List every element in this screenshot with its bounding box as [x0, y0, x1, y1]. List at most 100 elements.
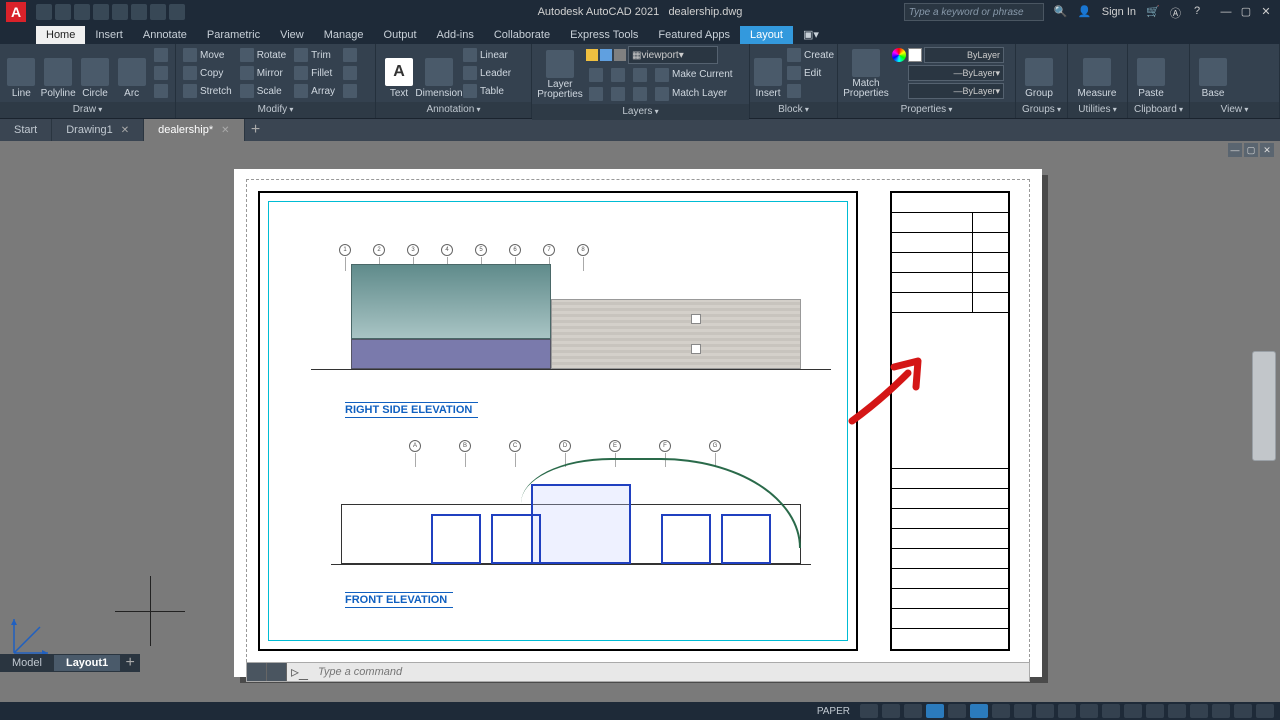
- trim-button[interactable]: Trim: [291, 47, 338, 64]
- app-store-icon[interactable]: Ⓐ: [1170, 5, 1184, 19]
- fillet-button[interactable]: Fillet: [291, 65, 338, 82]
- layout-tab-model[interactable]: Model: [0, 655, 54, 671]
- space-indicator[interactable]: PAPER: [817, 706, 850, 717]
- color-dropdown[interactable]: ByLayer: [924, 47, 1004, 63]
- layout-viewport[interactable]: 1 2 3 4 5 6 7 8: [268, 201, 848, 641]
- table-button[interactable]: Table: [460, 83, 514, 100]
- layer-tool6[interactable]: [630, 85, 650, 102]
- modify-ext2[interactable]: [340, 65, 360, 82]
- ribbon-tab-layout[interactable]: Layout: [740, 26, 793, 44]
- status-isolate-icon[interactable]: [1190, 704, 1208, 718]
- ribbon-tab-output[interactable]: Output: [374, 26, 427, 44]
- circle-button[interactable]: Circle: [78, 47, 113, 99]
- block-create-button[interactable]: Create: [784, 47, 837, 64]
- status-monitor-icon[interactable]: [1168, 704, 1186, 718]
- layer-dropdown[interactable]: ▦ viewport ▾: [628, 46, 718, 64]
- qat-open-icon[interactable]: [55, 4, 71, 20]
- file-tab-add-button[interactable]: +: [245, 121, 267, 139]
- line-button[interactable]: Line: [4, 47, 39, 99]
- layout-tab-add-button[interactable]: +: [120, 654, 140, 672]
- ribbon-tab-home[interactable]: Home: [36, 26, 85, 44]
- panel-title-view[interactable]: View: [1190, 102, 1279, 118]
- insert-button[interactable]: Insert: [754, 47, 782, 99]
- doc-close-button[interactable]: ✕: [1260, 143, 1274, 157]
- ribbon-tab-view[interactable]: View: [270, 26, 314, 44]
- draw-ext1[interactable]: [151, 47, 171, 64]
- ribbon-tab-extra-icon[interactable]: ▣▾: [793, 25, 829, 44]
- drawing-area[interactable]: — ▢ ✕: [0, 141, 1280, 690]
- leader-button[interactable]: Leader: [460, 65, 514, 82]
- navigation-bar[interactable]: [1252, 351, 1276, 461]
- block-edit-button[interactable]: Edit: [784, 65, 837, 82]
- modify-ext3[interactable]: [340, 83, 360, 100]
- user-icon[interactable]: 👤: [1078, 5, 1092, 19]
- layout-tab-layout1[interactable]: Layout1: [54, 655, 120, 671]
- linear-button[interactable]: Linear: [460, 47, 514, 64]
- paste-button[interactable]: Paste: [1132, 47, 1170, 99]
- status-ortho-icon[interactable]: [904, 704, 922, 718]
- qat-new-icon[interactable]: [36, 4, 52, 20]
- search-icon[interactable]: 🔍: [1054, 5, 1068, 19]
- layer-tool2[interactable]: [608, 66, 628, 83]
- qat-redo-icon[interactable]: [150, 4, 166, 20]
- qat-print-icon[interactable]: [169, 4, 185, 20]
- app-menu-button[interactable]: A: [6, 2, 26, 22]
- scale-button[interactable]: Scale: [237, 83, 289, 100]
- linetype-icon[interactable]: [892, 84, 906, 98]
- move-button[interactable]: Move: [180, 47, 235, 64]
- minimize-button[interactable]: —: [1218, 5, 1234, 19]
- block-more-button[interactable]: [784, 83, 837, 100]
- base-button[interactable]: Base: [1194, 47, 1232, 99]
- linetype-dropdown[interactable]: — ByLayer ▾: [908, 83, 1004, 99]
- file-tab-start[interactable]: Start: [0, 119, 52, 141]
- file-tab-drawing1[interactable]: Drawing1✕: [52, 119, 144, 141]
- close-icon[interactable]: ✕: [221, 125, 229, 136]
- panel-title-properties[interactable]: Properties: [838, 102, 1015, 118]
- maximize-button[interactable]: ▢: [1238, 5, 1254, 19]
- cmd-customize-icon[interactable]: [267, 663, 287, 681]
- dimension-button[interactable]: Dimension: [420, 47, 458, 99]
- ribbon-tab-manage[interactable]: Manage: [314, 26, 374, 44]
- cart-icon[interactable]: 🛒: [1146, 5, 1160, 19]
- measure-button[interactable]: Measure: [1072, 47, 1122, 99]
- freeze-icon[interactable]: [600, 49, 612, 61]
- status-hardware-icon[interactable]: [1212, 704, 1230, 718]
- close-icon[interactable]: ✕: [121, 125, 129, 136]
- match-properties-button[interactable]: Match Properties: [842, 47, 890, 99]
- status-cleanscreen-icon[interactable]: [1234, 704, 1252, 718]
- lock-icon[interactable]: [614, 49, 626, 61]
- qat-save-icon[interactable]: [74, 4, 90, 20]
- group-button[interactable]: Group: [1020, 47, 1058, 99]
- status-isodraft-icon[interactable]: [948, 704, 966, 718]
- doc-restore-button[interactable]: ▢: [1244, 143, 1258, 157]
- doc-minimize-button[interactable]: —: [1228, 143, 1242, 157]
- ribbon-tab-featured[interactable]: Featured Apps: [648, 26, 740, 44]
- color-swatch-icon[interactable]: [908, 48, 922, 62]
- sign-in-link[interactable]: Sign In: [1102, 6, 1136, 18]
- arc-button[interactable]: Arc: [114, 47, 149, 99]
- command-line[interactable]: ▹_: [246, 662, 1030, 682]
- layer-tool4[interactable]: [586, 85, 606, 102]
- panel-title-modify[interactable]: Modify: [176, 102, 375, 118]
- qat-saveas-icon[interactable]: [93, 4, 109, 20]
- match-layer-button[interactable]: Match Layer: [652, 85, 730, 102]
- panel-title-groups[interactable]: Groups: [1016, 102, 1067, 118]
- lightbulb-icon[interactable]: [586, 49, 598, 61]
- panel-title-draw[interactable]: Draw: [0, 102, 175, 118]
- ribbon-tab-annotate[interactable]: Annotate: [133, 26, 197, 44]
- panel-title-clipboard[interactable]: Clipboard: [1128, 102, 1189, 118]
- status-grid-icon[interactable]: [860, 704, 878, 718]
- panel-title-layers[interactable]: Layers: [532, 104, 749, 120]
- rotate-button[interactable]: Rotate: [237, 47, 289, 64]
- draw-ext3[interactable]: [151, 83, 171, 100]
- status-customize-icon[interactable]: [1256, 704, 1274, 718]
- polyline-button[interactable]: Polyline: [41, 47, 76, 99]
- status-transparency-icon[interactable]: [1036, 704, 1054, 718]
- layer-properties-button[interactable]: Layer Properties: [536, 48, 584, 100]
- status-annoscale-icon[interactable]: [1080, 704, 1098, 718]
- status-gear-icon[interactable]: [1124, 704, 1142, 718]
- status-polar-icon[interactable]: [926, 704, 944, 718]
- ribbon-tab-addins[interactable]: Add-ins: [427, 26, 484, 44]
- status-snap-icon[interactable]: [882, 704, 900, 718]
- make-current-button[interactable]: Make Current: [652, 66, 736, 83]
